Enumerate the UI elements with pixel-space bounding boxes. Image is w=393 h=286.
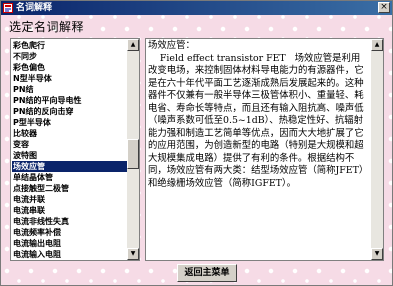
list-item[interactable]: 变容 xyxy=(12,139,128,150)
list-item[interactable]: 彩色偏色 xyxy=(12,62,128,73)
definition-scroll-down-button[interactable]: ▼ xyxy=(371,248,383,260)
arrow-down-icon: ▼ xyxy=(374,250,380,257)
term-list-scrollbar[interactable]: ▲ ▼ xyxy=(127,39,139,260)
close-button[interactable]: × xyxy=(378,2,390,13)
list-item[interactable]: 单结晶体管 xyxy=(12,172,128,183)
definition-text: 场效应管： Field effect transistor FET 场效应管是利… xyxy=(148,40,369,189)
arrow-up-icon: ▲ xyxy=(374,41,380,48)
list-item[interactable]: 电流频率补偿 xyxy=(12,227,128,238)
scroll-up-button[interactable]: ▲ xyxy=(127,39,139,51)
app-icon xyxy=(3,3,13,13)
close-icon: × xyxy=(380,2,388,12)
list-item[interactable]: 不同步 xyxy=(12,51,128,62)
list-item[interactable]: 彩色爬行 xyxy=(12,40,128,51)
scroll-thumb[interactable] xyxy=(127,139,139,169)
return-main-menu-button[interactable]: 返回主菜单 xyxy=(177,264,237,282)
list-item[interactable]: 场效应管 xyxy=(12,161,128,172)
window-title: 名词解释 xyxy=(16,3,53,13)
scroll-down-button[interactable]: ▼ xyxy=(127,248,139,260)
definition-textbox[interactable]: 场效应管： Field effect transistor FET 场效应管是利… xyxy=(145,38,384,261)
arrow-down-icon: ▼ xyxy=(130,250,136,257)
term-list-items: 彩色爬行 不同步 彩色偏色 N型半导体 PN结 PN结的平向导电性 PN结的反向击穿 P型半导… xyxy=(12,40,128,261)
list-item[interactable]: 电流抑制噪声 xyxy=(12,260,128,261)
list-item[interactable]: PN结 xyxy=(12,84,128,95)
list-item[interactable]: N型半导体 xyxy=(12,73,128,84)
list-item[interactable]: P型半导体 xyxy=(12,117,128,128)
list-item[interactable]: 比较器 xyxy=(12,128,128,139)
list-item[interactable]: 电流输入电阻 xyxy=(12,249,128,260)
list-item[interactable]: 电流并联 xyxy=(12,194,128,205)
arrow-up-icon: ▲ xyxy=(130,41,136,48)
list-item[interactable]: PN结的反向击穿 xyxy=(12,106,128,117)
term-list[interactable]: 彩色爬行 不同步 彩色偏色 N型半导体 PN结 PN结的平向导电性 PN结的反向击穿 P型半导… xyxy=(10,38,140,261)
list-item[interactable]: 电流输出电阻 xyxy=(12,238,128,249)
list-item[interactable]: 电流串联 xyxy=(12,205,128,216)
app-window: 名词解释 × 选定名词解释 彩色爬行 不同步 彩色偏色 N型半导体 PN结 PN结的平向导… xyxy=(0,0,393,286)
page-heading: 选定名词解释 xyxy=(9,20,85,34)
list-item[interactable]: 电流非线性失真 xyxy=(12,216,128,227)
definition-scrollbar[interactable]: ▲ ▼ xyxy=(371,39,383,260)
definition-scroll-up-button[interactable]: ▲ xyxy=(371,39,383,51)
list-item[interactable]: PN结的平向导电性 xyxy=(12,95,128,106)
title-bar[interactable]: 名词解释 × xyxy=(1,1,392,15)
list-item[interactable]: 波特图 xyxy=(12,150,128,161)
list-item[interactable]: 点接触型二极管 xyxy=(12,183,128,194)
